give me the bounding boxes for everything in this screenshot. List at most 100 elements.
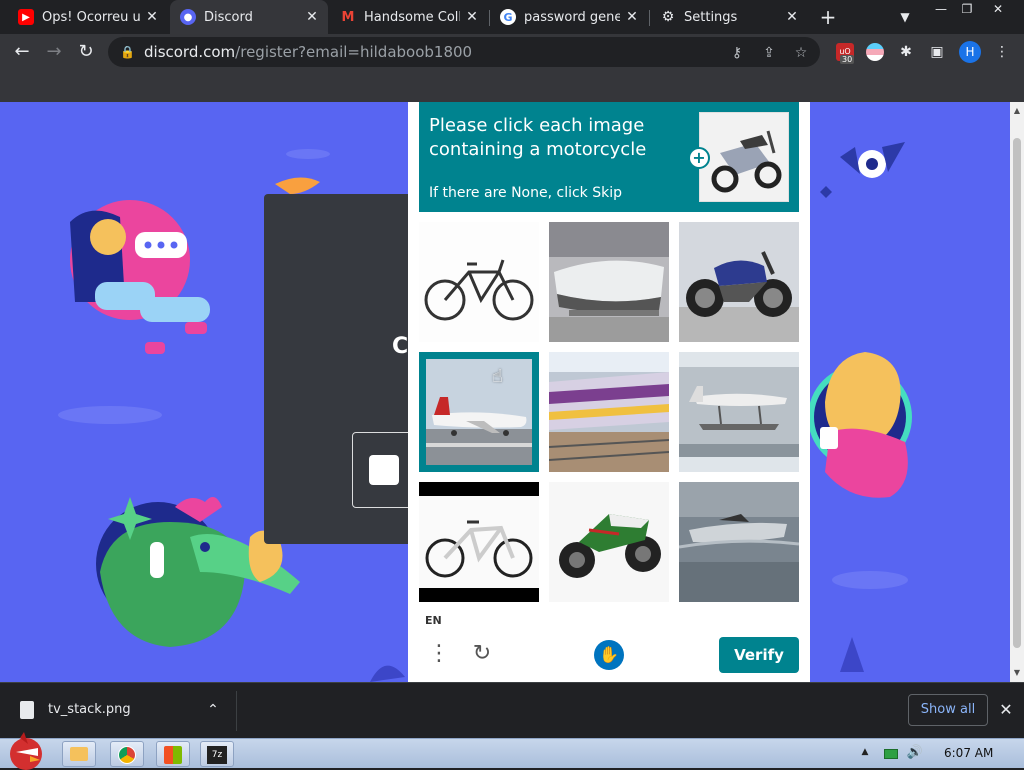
language-selector[interactable]: EN [425,614,442,627]
example-image[interactable] [699,112,789,202]
captcha-tile-3[interactable] [679,222,799,342]
taskbar-7zip-button[interactable]: 7z [200,741,234,767]
close-tab-icon[interactable]: ✕ [304,9,320,25]
bird-illustration [275,177,320,194]
page-scrollbar[interactable]: ▲ ▼ [1010,102,1024,682]
close-download-shelf-icon[interactable]: ✕ [996,699,1016,721]
reload-button[interactable]: ↻ [72,38,100,66]
captcha-tile-4[interactable] [419,352,539,472]
url-path: /register?email=hildaboob1800 [235,43,473,61]
register-checkbox[interactable] [369,455,399,485]
tab-search-chevron-icon[interactable]: ▼ [894,6,916,28]
gear-icon: ⚙ [661,9,675,25]
start-button-angry-bird-icon[interactable] [2,730,48,770]
captcha-prompt: Please click each image containing a mot… [419,102,799,212]
seaplane-image [679,352,799,472]
tab-title: Discord [204,9,253,25]
show-all-button[interactable]: Show all [908,694,988,726]
captcha-tile-7[interactable] [419,482,539,602]
motorcycle-image [549,482,669,602]
download-shelf: tv_stack.png ⌃ Show all ✕ [0,682,1024,738]
captcha-tile-5[interactable] [549,352,669,472]
refresh-challenge-icon[interactable]: ↻ [468,640,496,668]
tab-title: Ops! Ocorreu um [42,9,140,25]
mouse-cursor-icon: ☝ [492,366,503,387]
close-tab-icon[interactable]: ✕ [624,9,640,25]
taskbar-media-button[interactable] [156,741,190,767]
download-divider [236,691,237,731]
tab-discord[interactable]: ● Discord ✕ [170,0,328,34]
close-tab-icon[interactable]: ✕ [784,9,800,25]
captcha-challenge: Please click each image containing a mot… [408,102,810,682]
clock[interactable]: 6:07 AM [944,746,993,760]
battery-icon[interactable] [884,749,898,759]
yellow-creature-illustration [808,352,912,498]
tab-youtube[interactable]: ▶ Ops! Ocorreu um ✕ [8,0,168,34]
motorcycle-example-icon [700,113,788,201]
google-icon: G [500,9,516,25]
captcha-tile-6[interactable] [679,352,799,472]
new-tab-button[interactable]: + [816,5,840,29]
tab-google[interactable]: G password gener ✕ [490,0,648,34]
captcha-tile-2[interactable] [549,222,669,342]
browser-toolbar: ← → ↻ 🔒 discord.com/register?email=hilda… [0,34,1024,70]
scroll-down-arrow[interactable]: ▼ [1012,668,1022,678]
expand-example-icon[interactable]: + [688,147,710,169]
youtube-icon: ▶ [18,9,34,25]
url-host: discord.com [144,43,236,61]
captcha-skip-hint: If there are None, click Skip [429,185,623,201]
tab-gmail[interactable]: M Handsome Colla ✕ [330,0,488,34]
extension-badge: 30 [840,55,855,64]
address-bar[interactable]: 🔒 discord.com/register?email=hildaboob18… [108,37,820,67]
scroll-up-arrow[interactable]: ▲ [1012,106,1022,116]
close-tab-icon[interactable]: ✕ [464,9,480,25]
close-tab-icon[interactable]: ✕ [144,9,160,25]
windows-taskbar: 7z ▲ 🔊 6:07 AM [0,732,1024,770]
folder-icon [70,747,88,761]
boat-image [679,482,799,602]
chrome-icon [118,746,136,764]
bicycle-image [419,482,539,602]
girl-illustration [70,200,210,354]
bookmark-star-icon[interactable]: ☆ [792,44,810,62]
boat-image [549,222,669,342]
more-options-icon[interactable]: ⋮ [428,640,450,668]
discord-register-page: C Please click each image containing a m… [0,102,1010,682]
tab-title: Settings [684,9,738,25]
register-checkbox-area[interactable] [352,432,412,508]
train-image [549,352,669,472]
file-icon [20,701,34,719]
lock-icon[interactable]: 🔒 [120,45,136,59]
flag-extension-icon[interactable] [866,43,884,61]
tab-title: Handsome Colla [364,9,460,25]
tab-strip: ▶ Ops! Ocorreu um ✕ ● Discord ✕ M Handso… [0,0,1024,34]
forward-button[interactable]: → [40,38,68,66]
taskbar-explorer-button[interactable] [62,741,96,767]
extensions-puzzle-icon[interactable]: ✱ [897,43,915,61]
scroll-thumb[interactable] [1013,138,1021,648]
share-icon[interactable]: ⇪ [760,44,778,62]
profile-avatar[interactable]: H [959,41,981,63]
captcha-tile-8[interactable] [549,482,669,602]
download-file-name[interactable]: tv_stack.png [48,702,131,717]
bookmark-bar [0,70,1024,102]
restore-button[interactable]: ❐ [954,0,980,18]
show-hidden-icons-icon[interactable]: ▲ [860,747,870,757]
key-icon[interactable]: ⚷ [728,44,746,62]
seven-zip-icon: 7z [207,746,227,764]
captcha-tile-1[interactable] [419,222,539,342]
side-panel-icon[interactable]: ▣ [928,43,946,61]
taskbar-chrome-button[interactable] [110,741,144,767]
airplane-image [426,359,532,465]
minimize-button[interactable]: — [928,0,954,18]
tab-settings[interactable]: ⚙ Settings ✕ [650,0,808,34]
close-window-button[interactable]: ✕ [984,0,1012,18]
captcha-prompt-text: Please click each image containing a mot… [429,115,647,160]
volume-icon[interactable]: 🔊 [906,744,924,762]
hcaptcha-logo-icon[interactable]: ✋ [594,640,624,670]
verify-button[interactable]: Verify [719,637,799,673]
more-menu-icon[interactable]: ⋮ [993,43,1011,61]
back-button[interactable]: ← [8,38,36,66]
download-options-chevron-icon[interactable]: ⌃ [204,699,222,721]
captcha-tile-9[interactable] [679,482,799,602]
